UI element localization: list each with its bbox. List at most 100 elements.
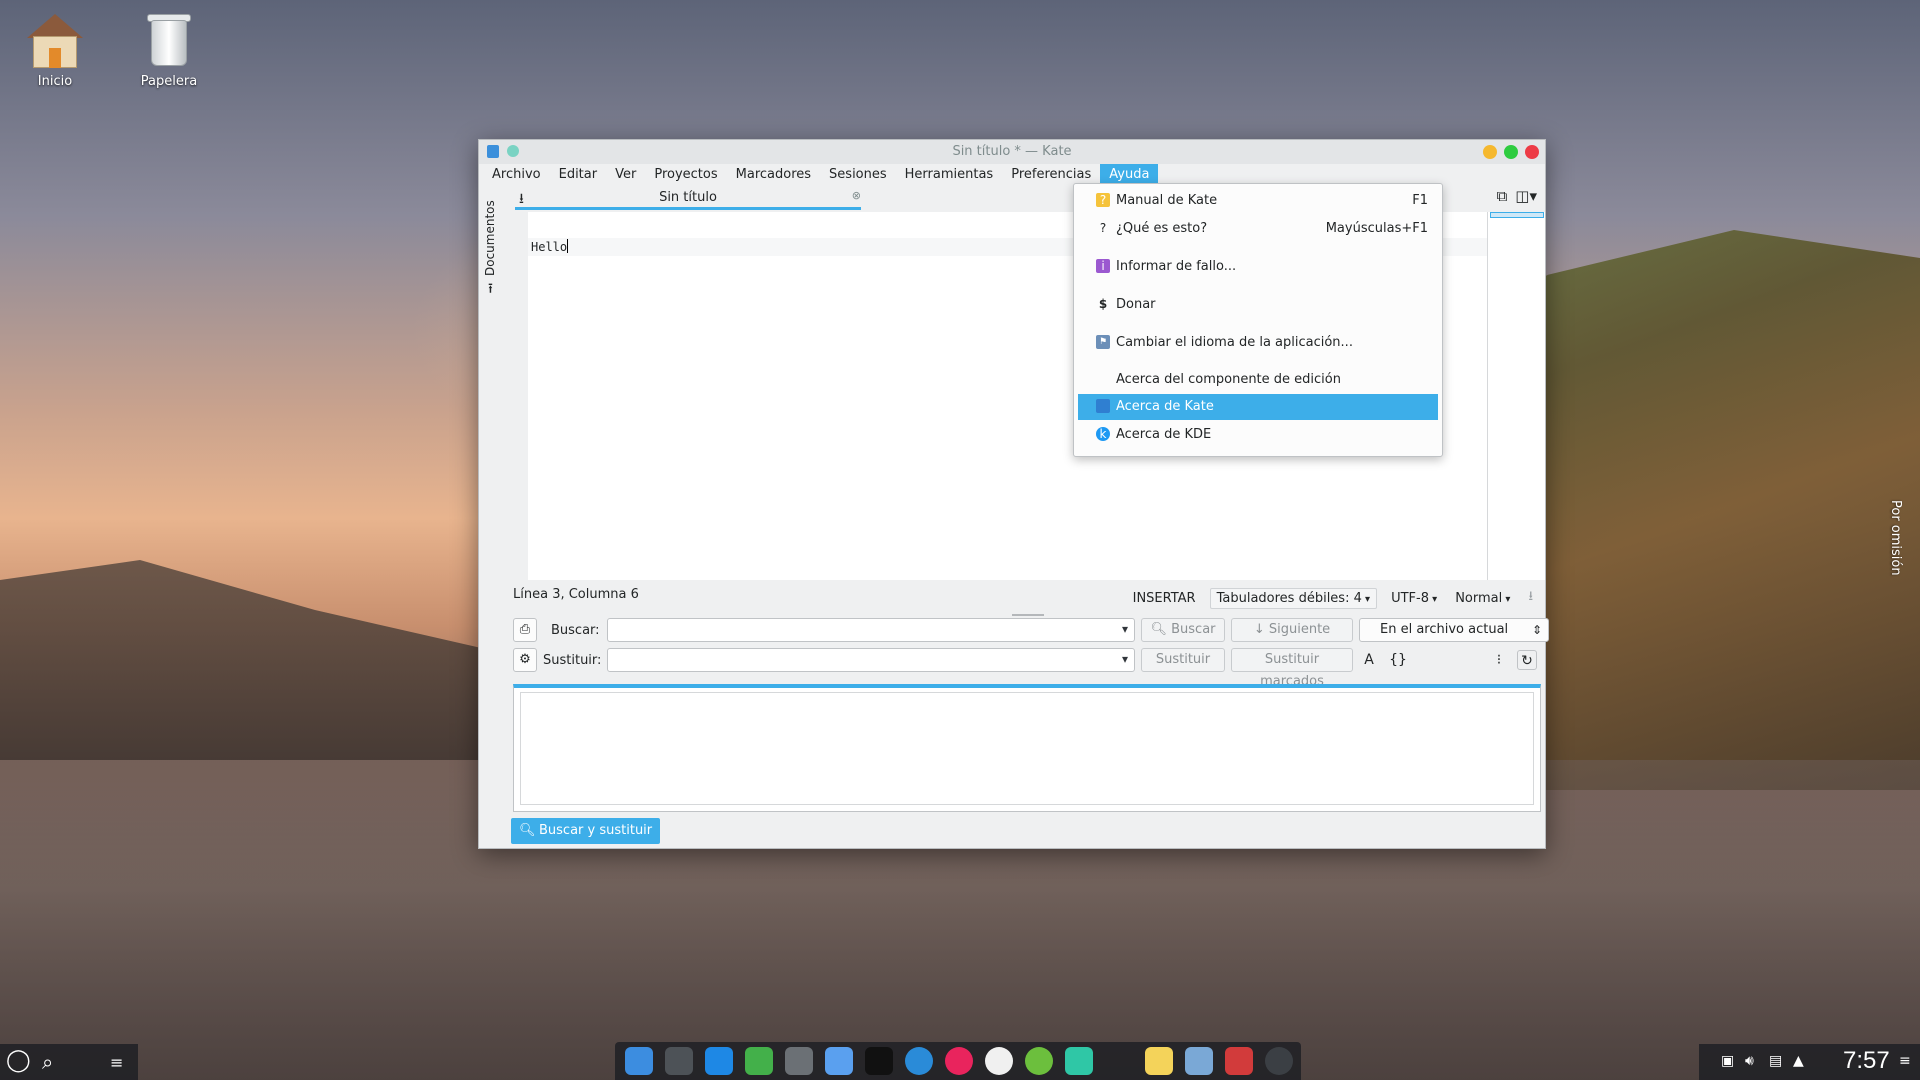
search-scope-select[interactable]: En el archivo actual — [1359, 618, 1549, 642]
search-mode-icon[interactable]: ⎙ — [513, 618, 537, 642]
menu-item-donate[interactable]: $ Donar — [1078, 292, 1438, 318]
volume-icon[interactable]: 🔊︎ — [1745, 1053, 1754, 1069]
menu-archivo[interactable]: Archivo — [483, 164, 550, 186]
dock-calc-icon[interactable] — [745, 1047, 773, 1075]
input-mode[interactable]: INSERTAR — [1129, 589, 1200, 608]
indent-setting[interactable]: Tabuladores débiles: 4 — [1209, 587, 1378, 609]
search-replace-tab-label: Buscar y sustituir — [539, 823, 653, 838]
minimize-button[interactable] — [1483, 145, 1497, 159]
next-button[interactable]: ↓ Siguiente — [1231, 618, 1353, 642]
editor-text: Hello — [531, 239, 569, 254]
notifications-icon[interactable]: ≡ — [1899, 1053, 1911, 1069]
help-menu: ? Manual de Kate F1 ? ¿Qué es esto? Mayú… — [1073, 183, 1443, 457]
find-row: ⎙ Buscar: 🔍︎ Buscar ↓ Siguiente En el ar… — [513, 618, 1549, 644]
dock-notes-icon[interactable] — [1145, 1047, 1173, 1075]
dock-chat-icon[interactable] — [1065, 1047, 1093, 1075]
split-view-icon[interactable]: ◫▾ — [1515, 187, 1537, 205]
menu-marcadores[interactable]: Marcadores — [727, 164, 820, 186]
tab-close-icon[interactable]: ⊗ — [852, 189, 861, 202]
menu-item-report-bug[interactable]: i Informar de fallo... — [1078, 254, 1438, 280]
app-launcher-icon[interactable]: ◯ — [6, 1048, 31, 1073]
desktop-icon-label: Inicio — [37, 74, 73, 89]
trash-icon — [139, 10, 199, 70]
expand-results-icon[interactable]: ⁝ — [1489, 650, 1509, 670]
kate-manual-icon: ? — [1096, 193, 1110, 207]
menu-item-kate-manual[interactable]: ? Manual de Kate F1 — [1078, 188, 1438, 214]
dock-software-icon[interactable] — [1025, 1047, 1053, 1075]
find-label: Buscar: — [551, 623, 600, 638]
dock-terminal-icon[interactable] — [865, 1047, 893, 1075]
home-folder-icon — [25, 10, 85, 70]
menu-sesiones[interactable]: Sesiones — [820, 164, 896, 186]
window-title: Sin título * — Kate — [952, 144, 1072, 159]
replace-button[interactable]: Sustituir — [1141, 648, 1225, 672]
tray-expand-icon[interactable]: ▲ — [1793, 1053, 1804, 1069]
find-input[interactable] — [607, 618, 1135, 642]
search-icon: 🔍︎ — [519, 823, 536, 838]
dock-finder-icon[interactable] — [825, 1047, 853, 1075]
maximize-button[interactable] — [1504, 145, 1518, 159]
system-tray: ▣ 🔊︎ ▤ ▲ 7:57 ≡ — [1699, 1044, 1920, 1080]
view-toolbar: ⧉ ◫▾ — [1497, 187, 1537, 205]
dock — [615, 1042, 1301, 1080]
search-icon[interactable]: ⌕ — [42, 1050, 53, 1074]
dock-writer-icon[interactable] — [705, 1047, 733, 1075]
minimap[interactable] — [1487, 212, 1545, 580]
dollar-icon: $ — [1098, 297, 1108, 311]
desktop-side-label[interactable]: Por omisión — [1888, 500, 1903, 576]
upload-arrow-icon[interactable]: ⭱ — [488, 278, 493, 302]
search-replace-tab[interactable]: 🔍︎ Buscar y sustituir — [511, 818, 661, 844]
highlight-mode[interactable]: Normal — [1451, 589, 1514, 608]
dock-clock-icon[interactable] — [1265, 1047, 1293, 1075]
menu-item-about-kde[interactable]: k Acerca de KDE — [1078, 422, 1438, 448]
menu-lines-icon[interactable]: ≡ — [110, 1053, 123, 1072]
menu-ver[interactable]: Ver — [606, 164, 645, 186]
desktop-icon-trash[interactable]: Papelera — [124, 10, 214, 89]
refresh-icon[interactable]: ↻ — [1517, 650, 1537, 670]
network-icon[interactable]: ▣ — [1721, 1053, 1734, 1069]
replace-checked-button[interactable]: Sustituir marcados — [1231, 648, 1353, 689]
quick-open-icon[interactable]: ⧉ — [1497, 187, 1508, 205]
menu-item-whats-this[interactable]: ? ¿Qué es esto? Mayúsculas+F1 — [1078, 216, 1438, 242]
match-case-icon[interactable]: A — [1359, 650, 1379, 670]
status-bar: Línea 3, Columna 6 INSERTAR Tabuladores … — [513, 583, 1543, 609]
download-icon[interactable]: ⭳ — [1524, 585, 1537, 611]
tab-sin-titulo[interactable]: ⭳ Sin título ⊗ — [515, 186, 861, 210]
panel-splitter[interactable] — [1012, 614, 1044, 616]
desktop-icon-home[interactable]: Inicio — [10, 10, 100, 89]
dock-package-icon[interactable] — [665, 1047, 693, 1075]
sidebar-documents-tab[interactable]: Documentos — [483, 196, 497, 276]
search-results-panel[interactable] — [513, 684, 1541, 812]
menu-item-switch-language[interactable]: ⚑ Cambiar el idioma de la aplicación... — [1078, 330, 1438, 356]
clipboard-icon[interactable]: ▤ — [1769, 1053, 1782, 1069]
menu-proyectos[interactable]: Proyectos — [645, 164, 726, 186]
tab-label: Sin título — [659, 190, 717, 205]
menu-item-about-kate[interactable]: Acerca de Kate — [1078, 394, 1438, 420]
close-button[interactable] — [1525, 145, 1539, 159]
left-sidebar: Documentos ⭱ — [479, 186, 509, 586]
find-button[interactable]: 🔍︎ Buscar — [1141, 618, 1225, 642]
cursor-position[interactable]: Línea 3, Columna 6 — [513, 587, 639, 602]
regex-icon[interactable]: {} — [1388, 650, 1408, 670]
menu-herramientas[interactable]: Herramientas — [896, 164, 1003, 186]
menu-editar[interactable]: Editar — [550, 164, 607, 186]
gear-icon[interactable]: ⚙ — [513, 648, 537, 672]
dock-documents-icon[interactable] — [1185, 1047, 1213, 1075]
menu-item-about-editor-component[interactable]: Acerca del componente de edición — [1078, 367, 1438, 393]
replace-label: Sustituir: — [543, 653, 602, 668]
kate-icon — [1096, 399, 1110, 413]
desktop-icon-label: Papelera — [140, 74, 198, 89]
encoding-setting[interactable]: UTF-8 — [1387, 589, 1441, 608]
dock-photos-icon[interactable] — [985, 1047, 1013, 1075]
dock-music-icon[interactable] — [945, 1047, 973, 1075]
clock[interactable]: 7:57 — [1843, 1047, 1890, 1075]
dock-settings-icon[interactable] — [785, 1047, 813, 1075]
title-bar[interactable]: Sin título * — Kate — [479, 140, 1545, 164]
bug-report-icon: i — [1096, 259, 1110, 273]
left-panel: ◯ ⌕ ≡ — [0, 1044, 138, 1080]
dock-trash-icon[interactable] — [1225, 1047, 1253, 1075]
replace-input[interactable] — [607, 648, 1135, 672]
dock-files-icon[interactable] — [625, 1047, 653, 1075]
dock-browser-icon[interactable] — [905, 1047, 933, 1075]
replace-row: ⚙ Sustituir: Sustituir Sustituir marcado… — [513, 648, 1541, 689]
